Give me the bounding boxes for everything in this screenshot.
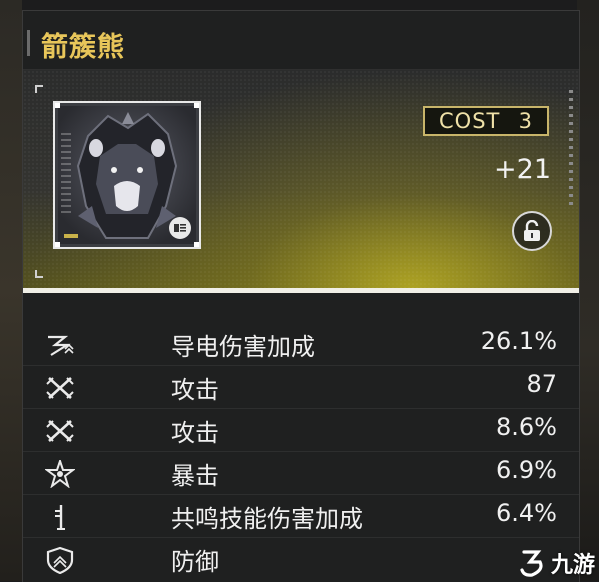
echo-level: +21 — [494, 154, 551, 185]
stat-row: 攻击 87 — [23, 366, 579, 408]
echo-hero-area: COST 3 +21 — [23, 70, 579, 288]
echo-portrait[interactable] — [53, 101, 201, 249]
watermark-text: 九游 — [550, 553, 595, 578]
stat-value: 6.9% — [496, 456, 557, 484]
stat-label: 防御 — [171, 548, 219, 576]
unlock-icon — [524, 220, 540, 241]
background-left — [0, 0, 22, 581]
title-bar: 箭簇熊 — [23, 11, 579, 70]
attack-icon — [46, 377, 74, 399]
stat-row: 导电伤害加成 26.1% — [23, 323, 579, 365]
hero-divider-strip — [23, 288, 579, 293]
frame-corner-mark — [35, 85, 43, 93]
portrait-corner-dot — [194, 103, 199, 108]
portrait-corner-dot — [55, 242, 60, 247]
stat-value: 26.1% — [480, 327, 557, 355]
title-accent-bar — [27, 30, 30, 56]
main-stat-badge-icon — [169, 217, 191, 239]
stat-label: 导电伤害加成 — [171, 333, 315, 361]
stat-label: 共鸣技能伤害加成 — [171, 505, 363, 533]
portrait-side-text-decoration — [61, 133, 71, 213]
defense-icon — [46, 546, 74, 574]
stat-row: 攻击 8.6% — [23, 409, 579, 451]
watermark: 九游 — [518, 547, 595, 579]
stat-row: 共鸣技能伤害加成 6.4% — [23, 495, 579, 537]
cost-value: 3 — [518, 109, 533, 133]
watermark-logo-icon — [520, 550, 543, 577]
stat-label: 攻击 — [171, 376, 219, 404]
stat-label: 暴击 — [171, 462, 219, 490]
portrait-corner-dot — [194, 242, 199, 247]
crit-icon — [45, 460, 75, 488]
stat-row: 防御 — [23, 538, 579, 580]
attack-icon — [46, 420, 74, 442]
stat-row: 暴击 6.9% — [23, 452, 579, 494]
echo-card-panel: 箭簇熊 COST 3 +21 导电伤害加成 26.1% 攻击 87 攻击 8.6… — [22, 10, 580, 582]
stat-value: 6.4% — [496, 499, 557, 527]
cost-badge: COST 3 — [423, 106, 549, 136]
stat-value: 8.6% — [496, 413, 557, 441]
echo-title: 箭簇熊 — [41, 32, 125, 63]
background-right — [577, 0, 599, 581]
lock-toggle-button[interactable] — [512, 211, 552, 251]
resonance-skill-icon — [55, 505, 65, 530]
frame-corner-mark — [35, 270, 43, 278]
scroll-dots-decoration — [569, 90, 573, 210]
electro-damage-icon — [48, 335, 74, 356]
portrait-corner-dot — [55, 103, 60, 108]
stat-label: 攻击 — [171, 419, 219, 447]
cost-label: COST — [439, 109, 501, 133]
stat-value: 87 — [526, 370, 557, 398]
